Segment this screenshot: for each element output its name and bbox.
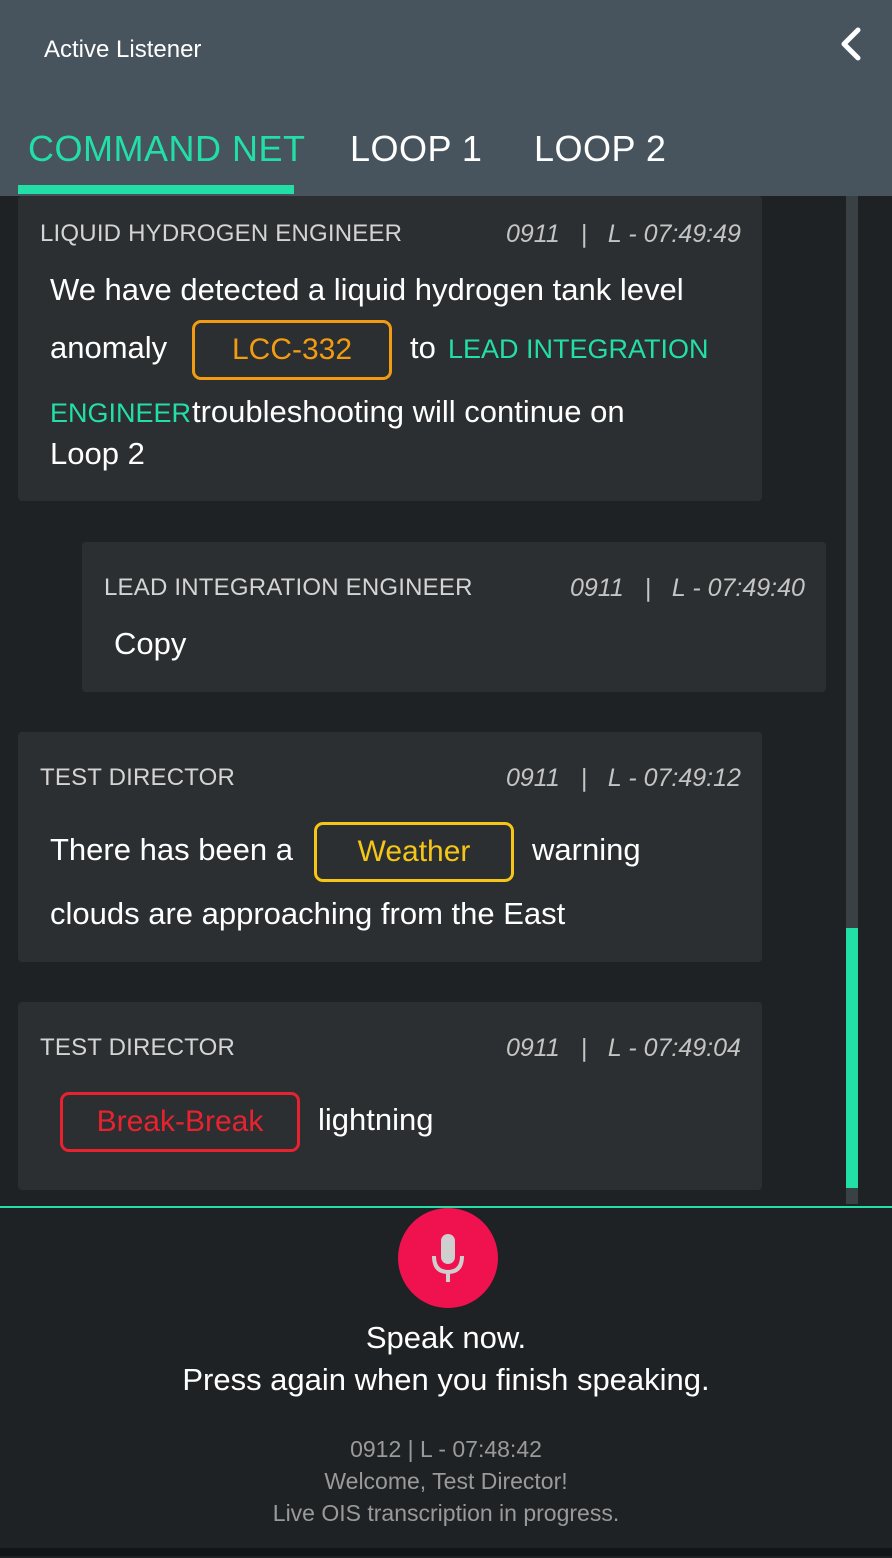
message-timestamp: 0911 | L - 07:49:12 [506, 764, 741, 792]
speaker-name: TEST DIRECTOR [40, 1034, 236, 1061]
message-text: lightning [318, 1102, 434, 1137]
message-text: Copy [114, 626, 187, 661]
message-text: to [410, 330, 436, 365]
message-text: troubleshooting will continue on [192, 394, 625, 429]
message-card: LIQUID HYDROGEN ENGINEER 0911 | L - 07:4… [18, 196, 762, 501]
message-text: clouds are approaching from the East [50, 896, 566, 931]
message-text: We have detected a liquid hydrogen tank … [50, 272, 684, 307]
app-header: Active Listener COMMAND NET LOOP 1 LOOP … [0, 0, 892, 196]
speaker-name: TEST DIRECTOR [40, 764, 236, 791]
tab-bar: COMMAND NET LOOP 1 LOOP 2 [0, 120, 892, 196]
message-text: Loop 2 [50, 436, 145, 471]
role-mention-link[interactable]: ENGINEER [50, 398, 191, 429]
microphone-icon [432, 1234, 464, 1282]
message-feed[interactable]: LIQUID HYDROGEN ENGINEER 0911 | L - 07:4… [0, 196, 892, 1206]
back-button[interactable] [832, 22, 872, 66]
role-mention-link[interactable]: LEAD INTEGRATION [448, 334, 709, 365]
message-timestamp: 0911 | L - 07:49:49 [506, 220, 741, 248]
speaker-name: LIQUID HYDROGEN ENGINEER [40, 220, 403, 247]
message-text: warning [532, 832, 641, 867]
scrollbar-thumb[interactable] [846, 928, 858, 1188]
weather-tag-chip[interactable]: Weather [314, 822, 514, 882]
message-card: LEAD INTEGRATION ENGINEER 0911 | L - 07:… [82, 542, 826, 692]
speak-instruction-text: Press again when you finish speaking. [182, 1362, 710, 1397]
status-timestamp: 0912 | L - 07:48:42 [350, 1436, 542, 1462]
lcc-tag-chip[interactable]: LCC-332 [192, 320, 392, 380]
microphone-button[interactable] [398, 1208, 498, 1308]
tab-loop-1[interactable]: LOOP 1 [350, 128, 482, 170]
bottom-bar [0, 1548, 892, 1556]
active-tab-indicator [18, 185, 294, 194]
speak-now-text: Speak now. [365, 1320, 527, 1355]
message-text: There has been a [50, 832, 294, 867]
message-text: anomaly [50, 330, 168, 365]
message-timestamp: 0911 | L - 07:49:40 [570, 574, 805, 602]
chevron-left-icon [841, 27, 861, 61]
message-timestamp: 0911 | L - 07:49:04 [506, 1034, 741, 1062]
speaker-name: LEAD INTEGRATION ENGINEER [104, 574, 473, 601]
break-break-tag-chip[interactable]: Break-Break [60, 1092, 300, 1152]
message-card: TEST DIRECTOR 0911 | L - 07:49:12 There … [18, 732, 762, 962]
tab-loop-2[interactable]: LOOP 2 [534, 128, 666, 170]
tab-command-net[interactable]: COMMAND NET [28, 128, 306, 170]
app-title: Active Listener [44, 36, 202, 63]
message-card: TEST DIRECTOR 0911 | L - 07:49:04 Break-… [18, 1002, 762, 1190]
transcription-status: Live OIS transcription in progress. [272, 1500, 620, 1526]
welcome-text: Welcome, Test Director! [324, 1468, 568, 1494]
